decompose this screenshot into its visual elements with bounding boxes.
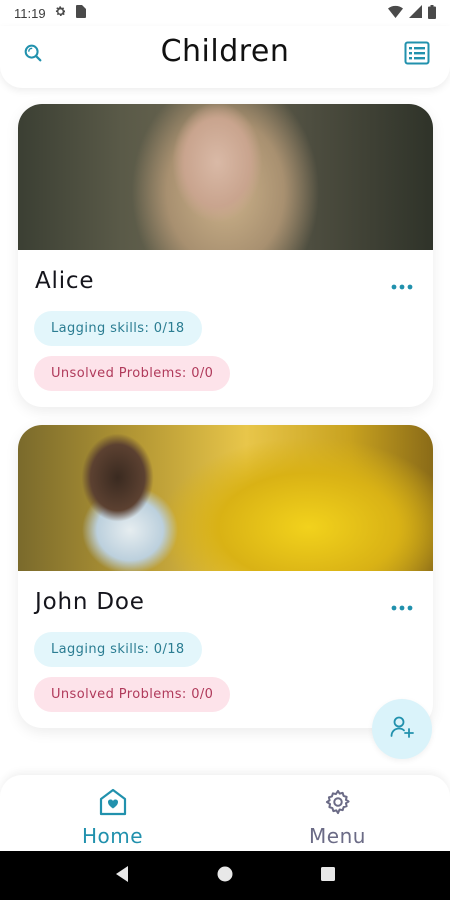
system-navigation-bar [0, 851, 450, 900]
unsolved-problems-badge[interactable]: Unsolved Problems: 0/0 [34, 356, 231, 391]
card-body: John Doe Lagging skills: 0/18 Unsolved P… [18, 571, 433, 728]
bottom-navigation: Home Menu [0, 775, 450, 851]
gear-icon [324, 788, 352, 820]
child-name: Alice [35, 268, 95, 294]
more-horizontal-icon [391, 596, 413, 615]
status-time: 11:19 [14, 5, 46, 21]
recents-button[interactable] [318, 866, 338, 886]
children-list: Alice Lagging skills: 0/18 Unsolved Prob… [0, 88, 450, 775]
nav-label: Menu [309, 824, 366, 848]
home-heart-icon [98, 788, 128, 820]
add-user-icon [389, 714, 415, 744]
status-bar: 11:19 [0, 0, 450, 26]
list-view-icon [404, 41, 430, 69]
child-photo [18, 104, 433, 250]
home-circle-icon [216, 865, 234, 887]
wifi-icon [388, 5, 403, 21]
lagging-skills-badge[interactable]: Lagging skills: 0/18 [34, 632, 202, 667]
card-body: Alice Lagging skills: 0/18 Unsolved Prob… [18, 250, 433, 407]
page-title: Children [160, 34, 290, 69]
battery-icon [428, 4, 436, 22]
home-button[interactable] [215, 866, 235, 886]
child-photo [18, 425, 433, 571]
back-triangle-icon [114, 865, 130, 887]
list-view-button[interactable] [402, 40, 432, 70]
child-card-alice[interactable]: Alice Lagging skills: 0/18 Unsolved Prob… [18, 104, 433, 407]
status-left: 11:19 [14, 5, 86, 21]
recents-square-icon [320, 866, 336, 886]
child-options-button[interactable] [389, 595, 415, 615]
child-options-button[interactable] [389, 274, 415, 294]
unsolved-problems-badge[interactable]: Unsolved Problems: 0/0 [34, 677, 231, 712]
nav-label: Home [81, 824, 144, 848]
child-card-john-doe[interactable]: John Doe Lagging skills: 0/18 Unsolved P… [18, 425, 433, 728]
child-name: John Doe [35, 589, 145, 615]
settings-gear-icon [54, 5, 67, 21]
nav-item-menu[interactable]: Menu [225, 775, 450, 851]
app-header: Children [0, 26, 450, 88]
nav-item-home[interactable]: Home [0, 775, 225, 851]
add-child-button[interactable] [372, 699, 432, 759]
cell-signal-icon [409, 5, 422, 21]
back-button[interactable] [112, 865, 132, 887]
status-right [388, 4, 436, 22]
sim-card-icon [75, 5, 86, 21]
lagging-skills-badge[interactable]: Lagging skills: 0/18 [34, 311, 202, 346]
more-horizontal-icon [391, 275, 413, 294]
